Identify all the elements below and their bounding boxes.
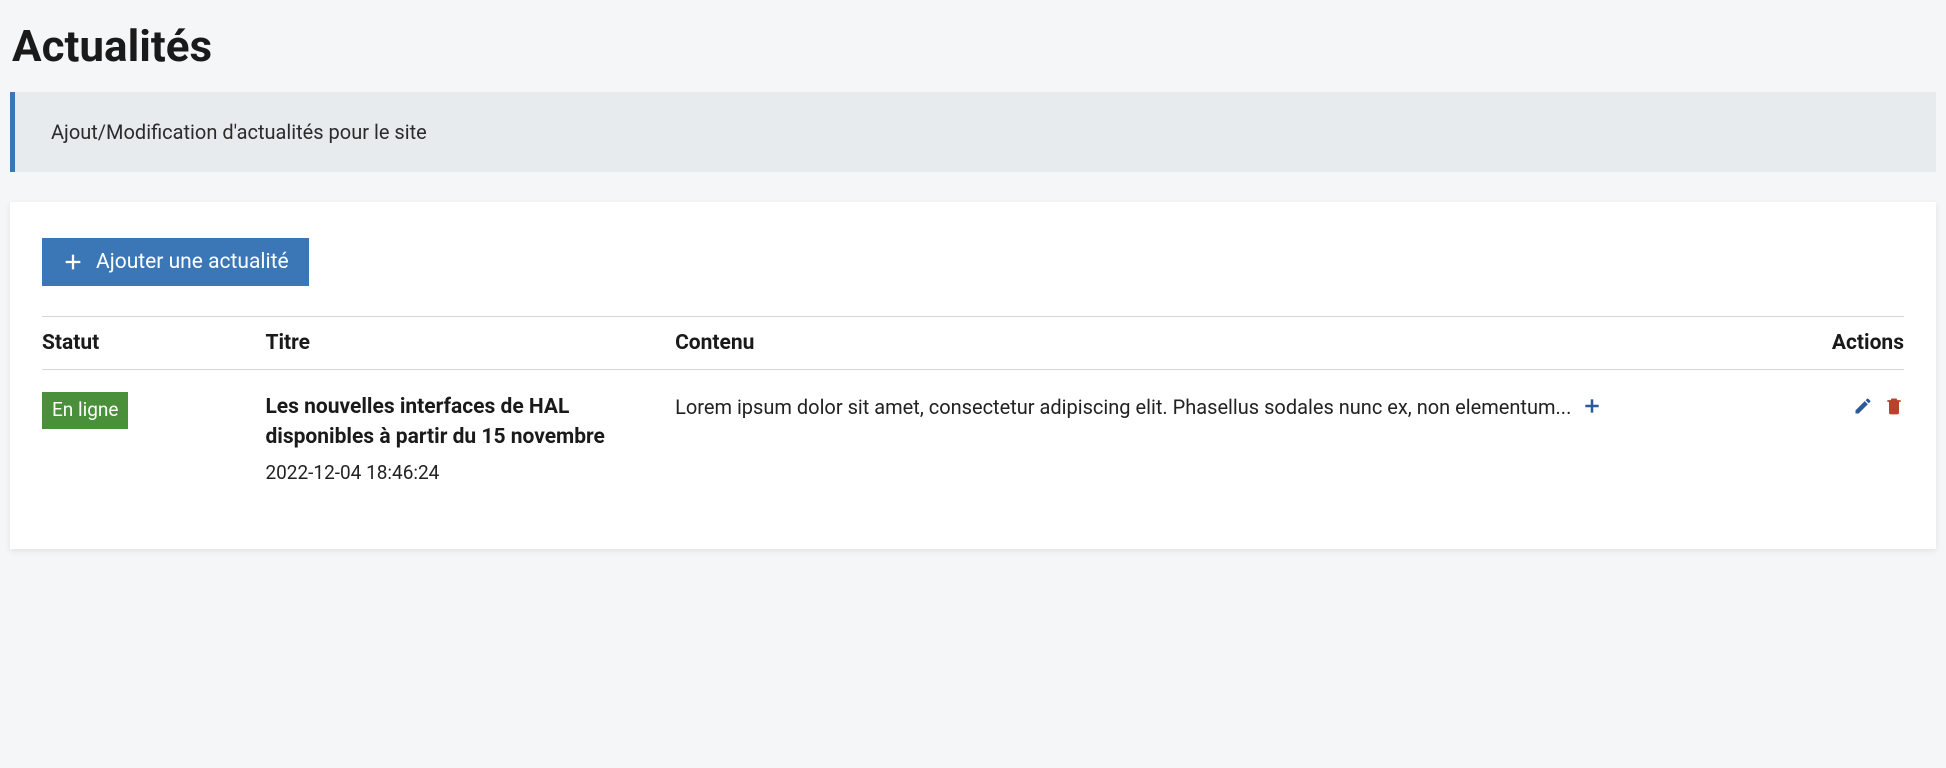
table-header-actions: Actions — [1755, 317, 1904, 370]
row-content: Lorem ipsum dolor sit amet, consectetur … — [675, 395, 1576, 419]
add-news-button[interactable]: Ajouter une actualité — [42, 238, 309, 286]
trash-icon — [1884, 396, 1904, 416]
content-card: Ajouter une actualité Statut Titre Conte… — [10, 202, 1936, 549]
table-header-status: Statut — [42, 317, 265, 370]
table-header-title: Titre — [265, 317, 675, 370]
table-row: En ligne Les nouvelles interfaces de HAL… — [42, 370, 1904, 510]
row-date: 2022-12-04 18:46:24 — [265, 459, 659, 488]
plus-icon — [62, 251, 84, 273]
delete-button[interactable] — [1884, 394, 1904, 424]
page-title: Actualités — [10, 20, 1936, 72]
table-header-content: Contenu — [675, 317, 1755, 370]
info-banner: Ajout/Modification d'actualités pour le … — [10, 92, 1936, 172]
row-title: Les nouvelles interfaces de HAL disponib… — [265, 392, 659, 453]
plus-icon — [1582, 396, 1602, 416]
news-table: Statut Titre Contenu Actions En ligne Le… — [42, 316, 1904, 509]
pencil-icon — [1853, 396, 1873, 416]
edit-button[interactable] — [1853, 394, 1873, 424]
add-news-label: Ajouter une actualité — [96, 250, 289, 274]
expand-content-button[interactable] — [1582, 394, 1602, 424]
status-badge: En ligne — [42, 392, 128, 429]
